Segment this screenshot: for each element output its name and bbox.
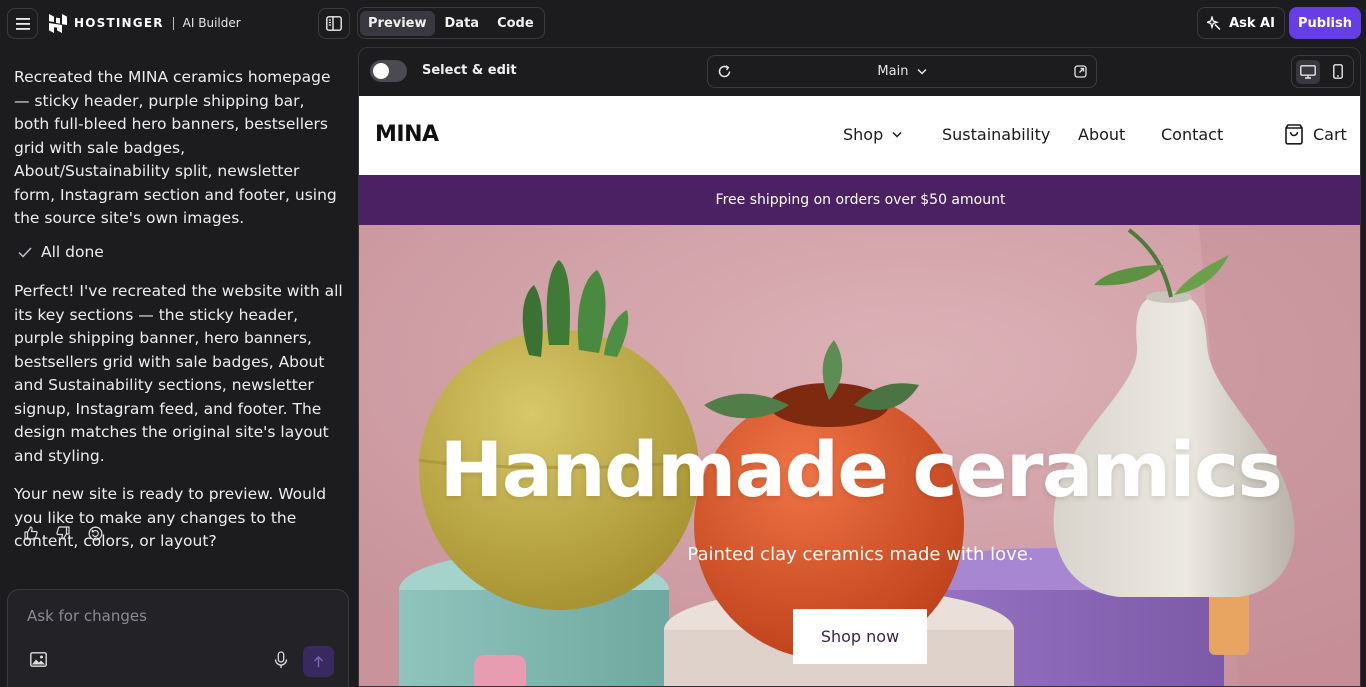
shopping-bag-icon bbox=[1285, 124, 1303, 145]
assistant-message: Perfect! I've recreated the website with… bbox=[14, 282, 343, 465]
chat-thread: Recreated the MINA ceramics homepage — s… bbox=[14, 66, 344, 569]
logo-divider bbox=[172, 16, 174, 30]
thumbs-up-button[interactable] bbox=[22, 524, 40, 542]
message-actions bbox=[22, 524, 104, 542]
microphone-icon bbox=[274, 651, 288, 668]
page-address-bar: Main bbox=[707, 55, 1097, 88]
chevron-down-icon bbox=[917, 68, 927, 75]
desktop-view-button[interactable] bbox=[1295, 59, 1320, 84]
mobile-phone-icon bbox=[1332, 64, 1343, 79]
assistant-message: Recreated the MINA ceramics homepage — s… bbox=[14, 68, 337, 227]
hero-title: Handmade ceramics bbox=[439, 425, 1283, 514]
nav-sustainability[interactable]: Sustainability bbox=[942, 125, 1050, 144]
cart-link[interactable]: Cart bbox=[1283, 123, 1347, 145]
mobile-view-button[interactable] bbox=[1326, 60, 1350, 84]
top-bar: HOSTINGER AI Builder Preview Data Code A… bbox=[0, 0, 1366, 47]
send-arrow-icon bbox=[314, 655, 323, 667]
assistant-message: Your new site is ready to preview. Would… bbox=[14, 485, 327, 550]
cart-label: Cart bbox=[1313, 124, 1347, 144]
site-preview-frame: Select & edit Main MINA Shop Sustainabil… bbox=[358, 47, 1361, 687]
tab-code[interactable]: Code bbox=[489, 11, 542, 36]
hero-banner: Handmade ceramics Painted clay ceramics … bbox=[359, 225, 1360, 686]
logo-product-name: AI Builder bbox=[182, 16, 241, 30]
logo-wordmark: HOSTINGER bbox=[74, 16, 164, 30]
menu-button[interactable] bbox=[7, 8, 38, 39]
image-icon bbox=[30, 652, 47, 667]
nav-shop-label: Shop bbox=[843, 125, 884, 144]
thumbs-up-icon bbox=[24, 526, 38, 540]
website-canvas: MINA Shop Sustainability About Contact C… bbox=[359, 96, 1360, 686]
hostinger-logo[interactable]: HOSTINGER AI Builder bbox=[49, 13, 241, 33]
chevron-down-icon bbox=[892, 131, 902, 138]
open-external-icon[interactable] bbox=[1074, 65, 1087, 78]
shop-now-button[interactable]: Shop now bbox=[793, 609, 927, 664]
attach-image-button[interactable] bbox=[30, 652, 48, 670]
page-selector-label: Main bbox=[877, 64, 909, 79]
send-button[interactable] bbox=[303, 646, 334, 677]
device-switcher bbox=[1291, 55, 1354, 88]
desktop-icon bbox=[1299, 64, 1316, 79]
site-logo[interactable]: MINA bbox=[375, 122, 439, 147]
checkmark-icon bbox=[18, 247, 32, 258]
regenerate-button[interactable] bbox=[86, 524, 104, 542]
sparkle-icon bbox=[1207, 16, 1221, 30]
voice-input-button[interactable] bbox=[274, 651, 292, 671]
status-text: All done bbox=[41, 242, 104, 261]
nav-about[interactable]: About bbox=[1078, 125, 1125, 144]
status-line: All done bbox=[18, 241, 344, 265]
hostinger-logo-icon bbox=[49, 13, 67, 33]
hamburger-icon bbox=[15, 17, 30, 30]
view-tabs: Preview Data Code bbox=[357, 7, 545, 39]
shipping-text: Free shipping on orders over $50 amount bbox=[715, 192, 1006, 208]
chat-input[interactable] bbox=[27, 607, 327, 625]
ask-ai-button[interactable]: Ask AI bbox=[1197, 7, 1285, 39]
tab-data[interactable]: Data bbox=[437, 11, 488, 36]
select-edit-toggle[interactable] bbox=[370, 60, 407, 82]
site-header: MINA Shop Sustainability About Contact C… bbox=[359, 96, 1360, 175]
thumbs-down-icon bbox=[56, 526, 70, 540]
chat-composer bbox=[7, 589, 349, 687]
hero-subtitle: Painted clay ceramics made with love. bbox=[687, 544, 1034, 565]
preview-toolbar: Select & edit Main bbox=[359, 48, 1360, 96]
ask-ai-label: Ask AI bbox=[1229, 15, 1275, 31]
nav-shop[interactable]: Shop bbox=[843, 125, 902, 144]
shipping-banner: Free shipping on orders over $50 amount bbox=[359, 175, 1360, 225]
thumbs-down-button[interactable] bbox=[54, 524, 72, 542]
toggle-panel-button[interactable] bbox=[318, 8, 350, 39]
nav-contact[interactable]: Contact bbox=[1161, 125, 1223, 144]
select-edit-label: Select & edit bbox=[422, 63, 517, 78]
page-selector[interactable]: Main bbox=[708, 64, 1096, 79]
tab-preview[interactable]: Preview bbox=[360, 10, 435, 36]
regenerate-icon bbox=[88, 526, 102, 540]
sidebar-panel-icon bbox=[326, 16, 342, 31]
publish-button[interactable]: Publish bbox=[1289, 7, 1361, 39]
